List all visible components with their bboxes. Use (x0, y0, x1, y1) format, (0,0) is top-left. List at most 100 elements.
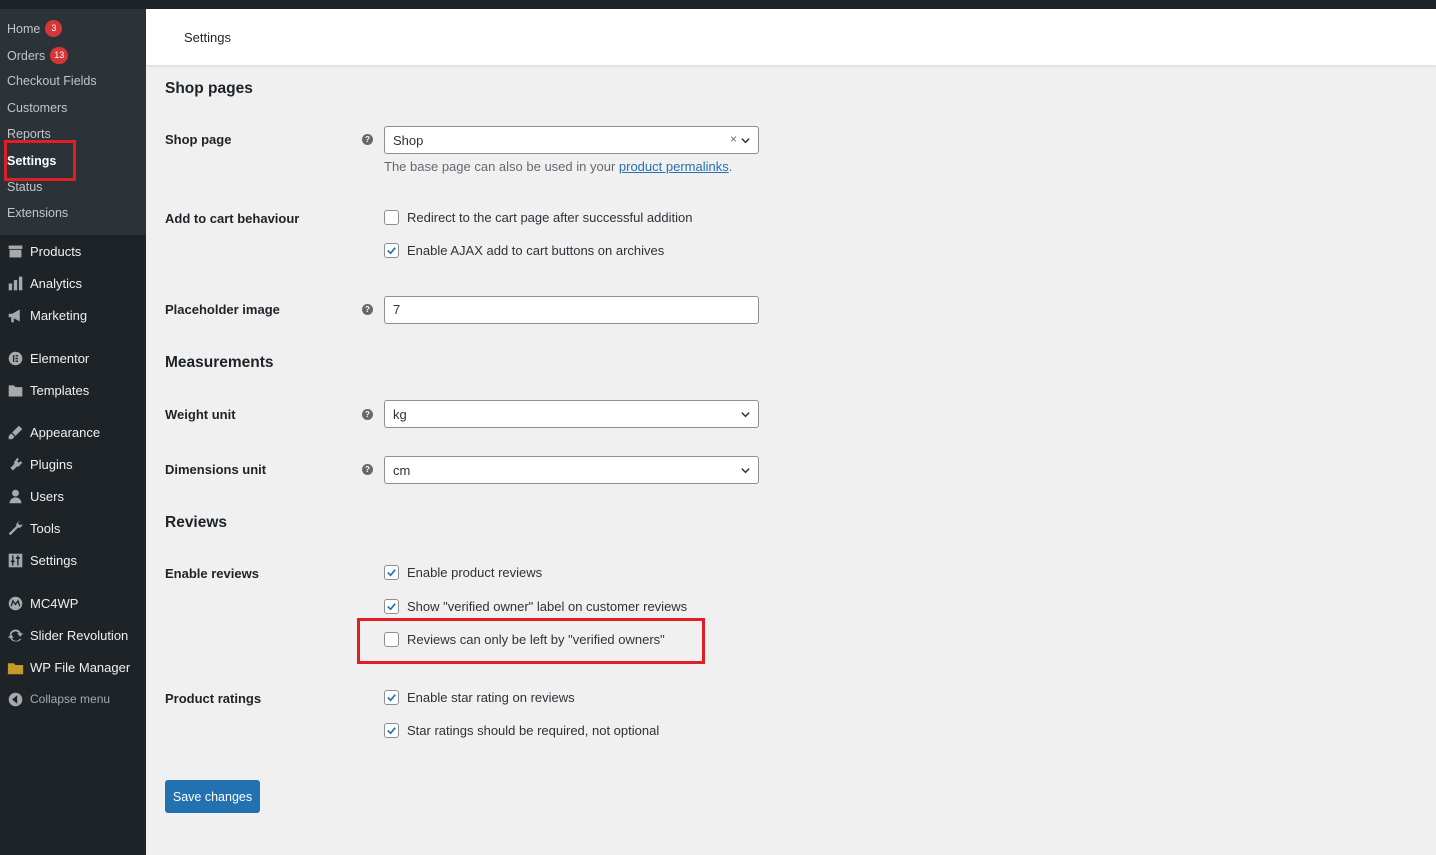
shop-page-value: Shop (393, 132, 424, 148)
menu-item-label: WP File Manager (30, 659, 131, 675)
redirect-to-cart-checkbox[interactable] (384, 210, 399, 225)
description-suffix: . (728, 159, 733, 174)
wrench-icon (0, 520, 30, 537)
enable-product-reviews-option[interactable]: Enable product reviews (384, 565, 542, 580)
menu-item-label: Users (30, 488, 64, 504)
checkmark-icon (387, 727, 396, 735)
collapse-arrow-icon (0, 691, 30, 708)
star-rating-required-checkbox[interactable] (384, 723, 399, 738)
star-rating-required-option[interactable]: Star ratings should be required, not opt… (384, 723, 659, 738)
paintbrush-icon (0, 424, 30, 441)
menu-item-elementor[interactable]: Elementor (0, 346, 146, 370)
submenu-item-reports[interactable]: Reports (7, 127, 51, 141)
orders-count-badge: 13 (50, 47, 69, 64)
woocommerce-submenu: Home 3 Orders 13 Checkout Fields Custome… (0, 9, 146, 235)
help-icon[interactable]: ? (362, 304, 373, 315)
product-ratings-label: Product ratings (165, 691, 262, 706)
checkbox-label: Redirect to the cart page after successf… (407, 210, 693, 225)
checkmark-icon (387, 603, 396, 611)
sliders-icon (0, 552, 30, 569)
verified-owner-label-option[interactable]: Show "verified owner" label on customer … (384, 599, 687, 614)
menu-item-label: Products (30, 243, 82, 259)
ajax-add-to-cart-checkbox[interactable] (384, 243, 399, 258)
menu-item-marketing[interactable]: Marketing (0, 303, 146, 327)
menu-item-analytics[interactable]: Analytics (0, 271, 146, 295)
refresh-icon (0, 627, 30, 644)
menu-item-wp-file-manager[interactable]: WP File Manager (0, 655, 146, 679)
clear-selection-icon[interactable]: × (730, 132, 737, 146)
enable-star-rating-option[interactable]: Enable star rating on reviews (384, 690, 575, 705)
submenu-item-orders[interactable]: Orders 13 (7, 47, 69, 64)
menu-item-products[interactable]: Products (0, 239, 146, 263)
submenu-item-label: Orders (7, 48, 46, 63)
plug-icon (0, 456, 30, 473)
menu-item-label: Settings (30, 552, 77, 568)
save-changes-button[interactable]: Save changes (165, 780, 260, 813)
placeholder-image-label: Placeholder image (165, 302, 280, 317)
submenu-item-home[interactable]: Home 3 (7, 20, 63, 37)
help-icon[interactable]: ? (362, 464, 373, 475)
shop-page-label: Shop page (165, 132, 232, 147)
menu-item-label: Collapse menu (30, 692, 111, 706)
menu-item-label: Templates (30, 382, 90, 398)
menu-item-label: Marketing (30, 307, 88, 323)
menu-item-appearance[interactable]: Appearance (0, 420, 146, 444)
weight-unit-value: kg (393, 406, 407, 422)
section-title-measurements: Measurements (165, 354, 274, 371)
menu-item-plugins[interactable]: Plugins (0, 452, 146, 476)
weight-unit-label: Weight unit (165, 407, 236, 422)
checkbox-label: Show "verified owner" label on customer … (407, 599, 688, 614)
home-count-badge: 3 (45, 20, 63, 37)
folder-icon (0, 382, 30, 399)
menu-item-slider-revolution[interactable]: Slider Revolution (0, 623, 146, 647)
weight-unit-select[interactable]: kg (384, 400, 759, 428)
placeholder-image-input[interactable]: 7 (384, 296, 759, 324)
page-title: Settings (184, 30, 231, 45)
checkmark-icon (387, 247, 396, 255)
file-manager-icon (0, 659, 30, 676)
bar-chart-icon (0, 275, 30, 292)
mc4wp-icon (0, 595, 30, 612)
menu-item-settings[interactable]: Settings (0, 548, 146, 572)
chevron-down-icon (741, 468, 750, 474)
collapse-menu-button[interactable]: Collapse menu (0, 687, 146, 711)
menu-item-label: Slider Revolution (30, 627, 129, 643)
shop-page-select[interactable]: Shop × (384, 126, 759, 154)
page-header: Settings (146, 9, 1436, 65)
elementor-icon (0, 350, 30, 367)
menu-item-mc4wp[interactable]: MC4WP (0, 591, 146, 615)
submenu-item-checkout-fields[interactable]: Checkout Fields (7, 74, 97, 88)
add-to-cart-label: Add to cart behaviour (165, 211, 300, 226)
admin-sidebar: Home 3 Orders 13 Checkout Fields Custome… (0, 9, 146, 855)
verified-owner-label-checkbox[interactable] (384, 599, 399, 614)
checkmark-icon (387, 694, 396, 702)
enable-star-rating-checkbox[interactable] (384, 690, 399, 705)
dimensions-unit-value: cm (393, 462, 411, 478)
chevron-down-icon (741, 412, 750, 418)
submenu-item-status[interactable]: Status (7, 180, 42, 194)
submenu-item-extensions[interactable]: Extensions (7, 206, 68, 220)
product-permalinks-link[interactable]: product permalinks (619, 159, 729, 174)
shop-page-description: The base page can also be used in your p… (384, 159, 732, 174)
menu-item-users[interactable]: Users (0, 484, 146, 508)
menu-item-templates[interactable]: Templates (0, 378, 146, 402)
menu-item-tools[interactable]: Tools (0, 516, 146, 540)
menu-item-label: MC4WP (30, 595, 79, 611)
enable-product-reviews-checkbox[interactable] (384, 565, 399, 580)
user-icon (0, 488, 30, 505)
help-icon[interactable]: ? (362, 134, 373, 145)
submenu-item-customers[interactable]: Customers (7, 101, 67, 115)
verified-owners-highlight-box (357, 618, 705, 664)
help-icon[interactable]: ? (362, 409, 373, 420)
chevron-down-icon (741, 138, 750, 144)
submenu-item-label: Home (7, 21, 41, 36)
checkbox-label: Enable AJAX add to cart buttons on archi… (407, 243, 665, 258)
admin-bar (0, 0, 1436, 9)
archive-icon (0, 243, 30, 260)
menu-item-label: Elementor (30, 350, 90, 366)
dimensions-unit-label: Dimensions unit (165, 462, 267, 477)
dimensions-unit-select[interactable]: cm (384, 456, 759, 484)
ajax-add-to-cart-option[interactable]: Enable AJAX add to cart buttons on archi… (384, 243, 664, 258)
redirect-to-cart-option[interactable]: Redirect to the cart page after successf… (384, 210, 692, 225)
settings-highlight-box (4, 140, 76, 181)
